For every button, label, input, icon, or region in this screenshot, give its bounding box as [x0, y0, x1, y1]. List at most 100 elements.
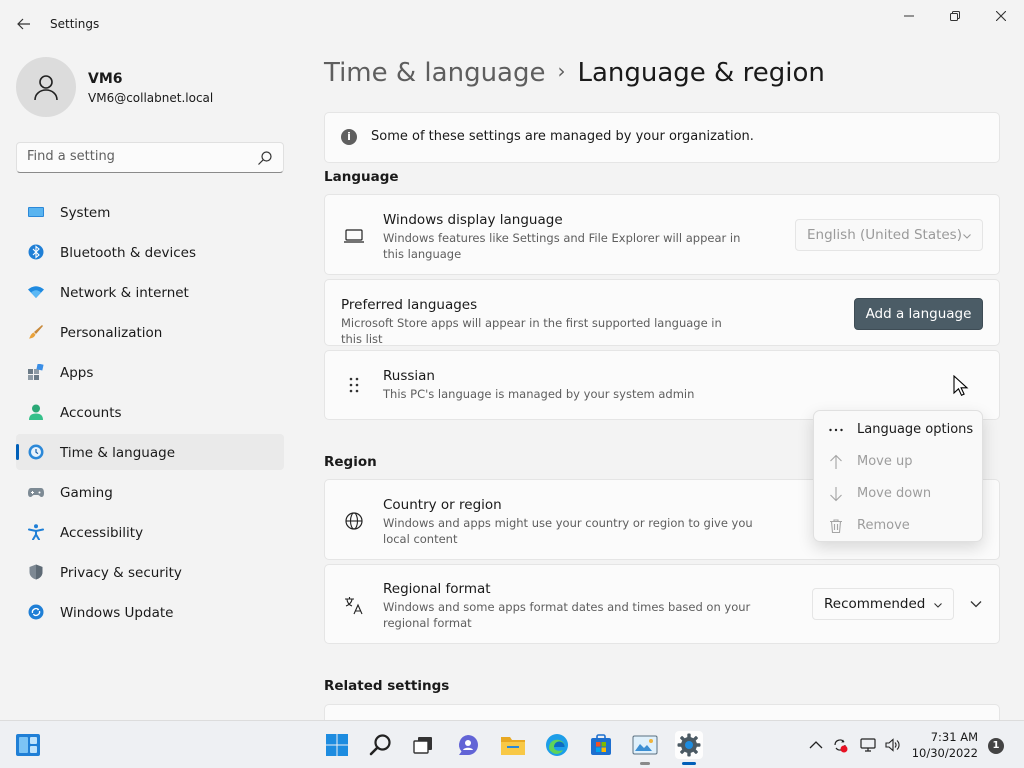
section-label-related: Related settings — [324, 678, 450, 694]
chat-icon — [459, 735, 478, 755]
sidebar-item-windows-update[interactable]: Windows Update — [16, 594, 284, 630]
menu-item-move-up[interactable]: Move up — [818, 446, 980, 476]
store-button[interactable] — [587, 731, 615, 759]
search-taskbar-button[interactable] — [367, 731, 395, 759]
menu-item-label: Remove — [857, 518, 910, 533]
taskbar: 7:31 AM 10/30/2022 1 — [0, 720, 1024, 768]
section-label-region: Region — [324, 454, 377, 470]
sidebar-item-label: Time & language — [60, 445, 176, 461]
arrow-up-icon — [830, 454, 842, 469]
person-icon — [29, 404, 43, 420]
maximize-button[interactable] — [932, 4, 978, 28]
search-icon[interactable] — [257, 150, 273, 166]
trash-icon — [830, 519, 842, 534]
sidebar-item-label: Gaming — [60, 485, 113, 501]
sync-status-icon[interactable] — [832, 737, 848, 753]
dropdown-value: Recommended — [824, 596, 926, 612]
row-description: Windows and apps might use your country … — [383, 516, 753, 546]
managed-info-bar: i Some of these settings are managed by … — [324, 112, 1000, 163]
edge-button[interactable] — [543, 731, 571, 759]
photo-app-button[interactable] — [631, 731, 659, 765]
sidebar-item-time-language[interactable]: Time & language — [16, 434, 284, 470]
row-title: Russian — [383, 368, 435, 384]
chevron-up-icon[interactable] — [808, 737, 824, 753]
page-title: Language & region — [577, 58, 825, 88]
menu-item-remove[interactable]: Remove — [818, 510, 980, 540]
widgets-button[interactable] — [14, 731, 42, 759]
restore-icon — [950, 11, 960, 21]
file-explorer-button[interactable] — [499, 731, 527, 759]
regional-format-row[interactable]: Regional format Windows and some apps fo… — [324, 564, 1000, 644]
add-language-button[interactable]: Add a language — [854, 298, 983, 330]
display-language-row: Windows display language Windows feature… — [324, 194, 1000, 275]
user-icon — [34, 75, 58, 101]
globe-icon — [345, 512, 363, 530]
row-title: Country or region — [383, 497, 502, 513]
regional-format-dropdown[interactable]: Recommended — [812, 588, 954, 620]
profile-email: VM6@collabnet.local — [88, 91, 214, 105]
info-text: Some of these settings are managed by yo… — [371, 129, 754, 144]
sidebar-item-bluetooth[interactable]: Bluetooth & devices — [16, 234, 284, 270]
language-context-menu: Language options Move up Move down Remov… — [813, 410, 983, 542]
sidebar-item-label: Bluetooth & devices — [60, 245, 197, 261]
task-view-button[interactable] — [409, 731, 437, 759]
gear-icon — [677, 733, 701, 757]
sidebar-item-accounts[interactable]: Accounts — [16, 394, 284, 430]
expand-chevron-icon[interactable] — [969, 597, 983, 611]
menu-item-label: Move down — [857, 486, 932, 501]
breadcrumb-parent[interactable]: Time & language — [324, 58, 545, 88]
sidebar-item-system[interactable]: System — [16, 194, 284, 230]
row-description: Windows features like Settings and File … — [383, 231, 741, 261]
app-title: Settings — [50, 17, 100, 31]
sidebar-item-accessibility[interactable]: Accessibility — [16, 514, 284, 550]
minimize-icon — [904, 15, 914, 17]
sidebar-item-label: Privacy & security — [60, 565, 182, 581]
more-icon — [829, 428, 843, 432]
sidebar-item-privacy[interactable]: Privacy & security — [16, 554, 284, 590]
close-button[interactable] — [978, 4, 1024, 28]
sidebar-item-network[interactable]: Network & internet — [16, 274, 284, 310]
breadcrumb: Time & language › Language & region — [324, 58, 825, 88]
settings-taskbar-button[interactable] — [675, 731, 703, 765]
menu-item-label: Move up — [857, 454, 913, 469]
info-icon: i — [341, 129, 357, 145]
close-icon — [996, 11, 1006, 21]
search-box[interactable] — [16, 142, 284, 173]
search-input[interactable] — [27, 149, 247, 164]
shield-icon — [29, 564, 43, 580]
profile-name: VM6 — [88, 71, 123, 87]
system-clock[interactable]: 7:31 AM 10/30/2022 — [910, 729, 978, 761]
sidebar-item-gaming[interactable]: Gaming — [16, 474, 284, 510]
task-view-icon — [413, 737, 432, 754]
display-language-dropdown[interactable]: English (United States) — [795, 219, 983, 251]
minimize-button[interactable] — [886, 4, 932, 28]
menu-item-move-down[interactable]: Move down — [818, 478, 980, 508]
store-icon — [591, 734, 611, 755]
bluetooth-icon — [28, 244, 44, 260]
start-button[interactable] — [323, 731, 351, 759]
sidebar-item-personalization[interactable]: Personalization — [16, 314, 284, 350]
volume-icon[interactable] — [885, 737, 901, 753]
back-button[interactable] — [10, 12, 38, 36]
network-icon[interactable] — [860, 737, 876, 753]
sidebar-item-label: Apps — [60, 365, 94, 381]
user-profile[interactable]: VM6 VM6@collabnet.local — [16, 57, 286, 117]
row-title: Preferred languages — [341, 297, 478, 313]
sidebar-item-label: Windows Update — [60, 605, 174, 621]
mouse-cursor-icon — [953, 375, 969, 397]
sidebar-item-apps[interactable]: Apps — [16, 354, 284, 390]
clock-date: 10/30/2022 — [911, 746, 978, 760]
sidebar-item-label: Accounts — [60, 405, 122, 421]
row-description: Windows and some apps format dates and t… — [383, 600, 751, 630]
chevron-down-icon — [934, 603, 942, 608]
wifi-icon — [28, 286, 44, 298]
gamepad-icon — [28, 488, 44, 497]
row-title: Regional format — [383, 581, 491, 597]
chat-button[interactable] — [454, 731, 482, 759]
title-bar: Settings — [0, 0, 1024, 48]
widgets-icon — [16, 734, 40, 756]
menu-item-language-options[interactable]: Language options — [818, 414, 980, 444]
sidebar-item-label: Network & internet — [60, 285, 189, 301]
drag-handle-icon[interactable] — [343, 375, 365, 397]
notification-badge[interactable]: 1 — [988, 738, 1004, 754]
